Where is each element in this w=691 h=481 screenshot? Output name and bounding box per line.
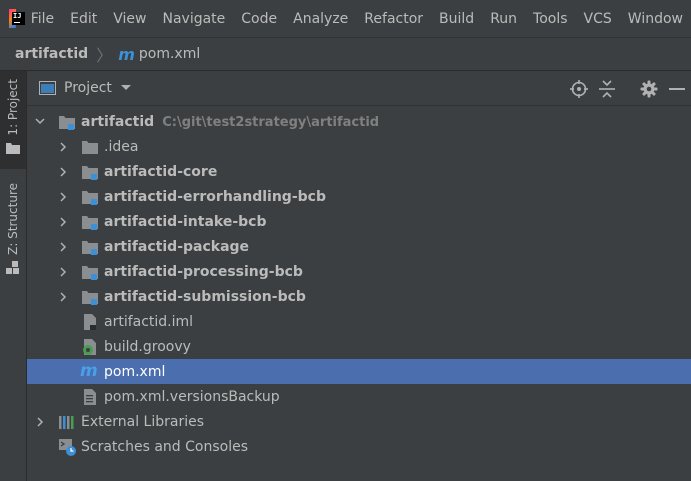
tree-item[interactable]: artifactid-submission-bcb bbox=[27, 284, 691, 309]
tab-structure[interactable]: Z: Structure bbox=[0, 183, 26, 283]
menu-window[interactable]: Window bbox=[620, 11, 691, 27]
tree-item-label: artifactid-submission-bcb bbox=[104, 288, 306, 305]
tab-project-label: 1: Project bbox=[6, 79, 20, 136]
module-folder-icon bbox=[82, 240, 98, 255]
chevron-down-icon[interactable] bbox=[35, 117, 45, 127]
intellij-logo-icon: IJ bbox=[9, 9, 25, 28]
module-folder-icon bbox=[82, 290, 98, 305]
menu-vcs[interactable]: VCS bbox=[576, 11, 620, 27]
folder-icon bbox=[6, 142, 20, 154]
chevron-right-icon[interactable] bbox=[58, 216, 68, 227]
menu-bar: IJ File Edit View Navigate Code Analyze … bbox=[0, 0, 691, 37]
groovy-file-icon bbox=[83, 338, 96, 355]
tree-item[interactable]: artifactid-package bbox=[27, 234, 691, 259]
tab-structure-label: Z: Structure bbox=[6, 183, 20, 255]
collapse-all-icon[interactable] bbox=[593, 79, 621, 98]
chevron-right-icon[interactable] bbox=[58, 141, 68, 152]
project-tree: artifactid C:\git\test2strategy\artifacti… bbox=[27, 109, 691, 459]
tree-item-label: build.groovy bbox=[104, 338, 191, 355]
tree-item-label: artifactid-core bbox=[104, 163, 218, 180]
module-folder-icon bbox=[82, 265, 98, 280]
locate-icon[interactable] bbox=[565, 79, 593, 98]
tree-item[interactable]: artifactid-errorhandling-bcb bbox=[27, 184, 691, 209]
tree-root-path: C:\git\test2strategy\artifactid bbox=[162, 114, 380, 130]
tree-item[interactable]: External Libraries bbox=[27, 409, 691, 434]
chevron-right-icon[interactable] bbox=[58, 191, 68, 202]
menu-analyze[interactable]: Analyze bbox=[285, 11, 356, 27]
iml-file-icon bbox=[84, 313, 96, 330]
tree-root[interactable]: artifactid C:\git\test2strategy\artifacti… bbox=[27, 109, 691, 134]
module-folder-icon bbox=[59, 115, 75, 130]
panel-header: Project bbox=[27, 71, 691, 106]
menu-code[interactable]: Code bbox=[233, 11, 285, 27]
breadcrumb-file[interactable]: pom.xml bbox=[139, 46, 200, 62]
module-folder-icon bbox=[82, 190, 98, 205]
chevron-right-icon[interactable] bbox=[58, 291, 68, 302]
tree-item-label: .idea bbox=[104, 138, 139, 155]
menu-tools[interactable]: Tools bbox=[525, 11, 576, 27]
tree-item[interactable]: artifactid.iml bbox=[27, 309, 691, 334]
tree-root-label: artifactid bbox=[81, 113, 155, 130]
folder-icon bbox=[82, 140, 98, 154]
tree-item-label: artifactid-processing-bcb bbox=[104, 263, 303, 280]
menu-navigate[interactable]: Navigate bbox=[154, 11, 233, 27]
tree-item-label: pom.xml bbox=[104, 363, 166, 380]
project-view-icon bbox=[39, 81, 56, 95]
tree-item-label: pom.xml.versionsBackup bbox=[104, 388, 280, 405]
text-file-icon bbox=[84, 388, 96, 405]
chevron-right-icon[interactable] bbox=[58, 266, 68, 277]
menu-refactor[interactable]: Refactor bbox=[356, 11, 431, 27]
hide-panel-icon[interactable] bbox=[663, 87, 691, 91]
scratches-icon bbox=[59, 438, 76, 456]
tree-item-label: artifactid-package bbox=[104, 238, 250, 255]
panel-title[interactable]: Project bbox=[64, 80, 112, 96]
tree-item-label: Scratches and Consoles bbox=[81, 438, 248, 455]
breadcrumb-project[interactable]: artifactid bbox=[15, 46, 88, 62]
tree-item-selected[interactable]: m pom.xml bbox=[27, 359, 691, 384]
maven-icon: m bbox=[118, 44, 135, 64]
tree-item-label: External Libraries bbox=[81, 413, 204, 430]
tab-project[interactable]: 1: Project bbox=[0, 71, 26, 169]
tree-item[interactable]: Scratches and Consoles bbox=[27, 434, 691, 459]
module-folder-icon bbox=[82, 215, 98, 230]
structure-icon bbox=[6, 260, 19, 274]
chevron-right-icon[interactable] bbox=[58, 166, 68, 177]
chevron-right-icon[interactable] bbox=[35, 416, 45, 427]
chevron-right-icon[interactable] bbox=[58, 241, 68, 252]
tree-item-label: artifactid.iml bbox=[104, 313, 194, 330]
tree-item[interactable]: artifactid-processing-bcb bbox=[27, 259, 691, 284]
menu-edit[interactable]: Edit bbox=[62, 11, 105, 27]
maven-icon: m bbox=[80, 361, 98, 381]
menu-view[interactable]: View bbox=[105, 11, 154, 27]
breadcrumb-separator-icon: 〉 bbox=[96, 46, 113, 65]
tree-item[interactable]: artifactid-intake-bcb bbox=[27, 209, 691, 234]
tree-item[interactable]: .idea bbox=[27, 134, 691, 159]
project-panel: Project artifactid C:\git\test2strategy\… bbox=[27, 71, 691, 481]
tree-item[interactable]: pom.xml.versionsBackup bbox=[27, 384, 691, 409]
menu-build[interactable]: Build bbox=[431, 11, 482, 27]
tool-window-strip: 1: Project Z: Structure bbox=[0, 71, 27, 481]
chevron-down-icon[interactable] bbox=[120, 84, 132, 92]
menu-file[interactable]: File bbox=[23, 11, 62, 27]
tree-item-label: artifactid-intake-bcb bbox=[104, 213, 267, 230]
tree-item[interactable]: build.groovy bbox=[27, 334, 691, 359]
module-folder-icon bbox=[82, 165, 98, 180]
gear-icon[interactable] bbox=[635, 80, 663, 98]
tree-item[interactable]: artifactid-core bbox=[27, 159, 691, 184]
tree-item-label: artifactid-errorhandling-bcb bbox=[104, 188, 326, 205]
breadcrumb: artifactid 〉 m pom.xml bbox=[0, 37, 691, 71]
menu-run[interactable]: Run bbox=[482, 11, 525, 27]
library-icon bbox=[59, 415, 74, 429]
